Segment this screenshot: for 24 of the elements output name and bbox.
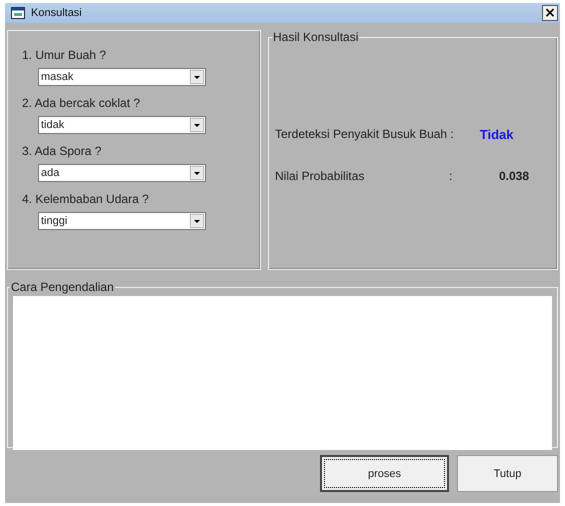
- answer-dropdown[interactable]: tinggi: [38, 212, 206, 230]
- question-label: 1. Umur Buah ?: [22, 48, 106, 62]
- answer-dropdown[interactable]: masak: [38, 68, 206, 86]
- group-title: Cara Pengendalian: [10, 280, 115, 294]
- window-title: Konsultasi: [31, 7, 83, 19]
- window-icon: [11, 7, 25, 19]
- close-button[interactable]: ×: [542, 5, 558, 21]
- action-button[interactable]: Tutup: [457, 455, 558, 492]
- question-label: 3. Ada Spora ?: [22, 144, 102, 158]
- result-value: Tidak: [480, 126, 514, 142]
- dropdown-arrow-icon: [190, 214, 204, 228]
- answer-dropdown[interactable]: ada: [38, 164, 206, 182]
- dropdown-arrow-icon: [190, 166, 204, 180]
- question-label: 4. Kelembaban Udara ?: [22, 192, 149, 206]
- action-button[interactable]: proses: [320, 455, 449, 492]
- dropdown-arrow-icon: [190, 118, 204, 132]
- question-label: 2. Ada bercak coklat ?: [22, 96, 140, 110]
- dropdown-arrow-icon: [190, 70, 204, 84]
- result-label: Nilai Probabilitas: [275, 169, 366, 183]
- result-label: Terdeteksi Penyakit Busuk Buah :: [275, 127, 454, 141]
- answer-dropdown[interactable]: tidak: [38, 116, 206, 134]
- colon-label: :: [449, 169, 454, 183]
- result-value: 0.038: [499, 169, 530, 183]
- group-title: Hasil Konsultasi: [272, 30, 360, 44]
